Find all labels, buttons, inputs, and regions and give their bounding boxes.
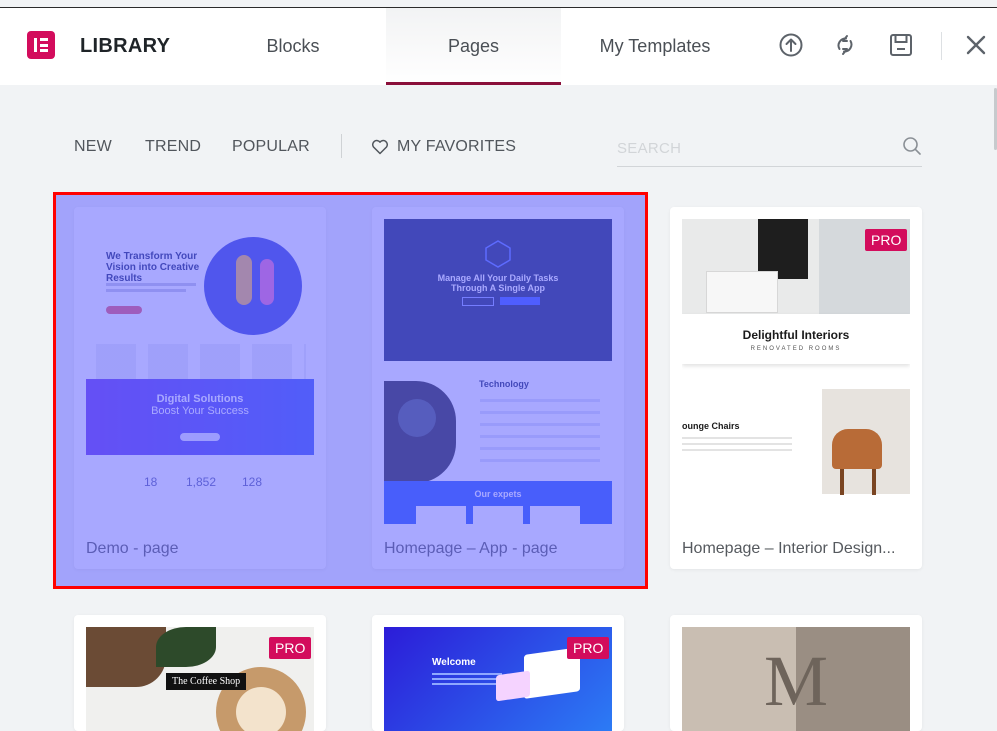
template-preview: Delightful Interiors RENOVATED ROOMS oun… <box>682 219 910 524</box>
template-preview: Manage All Your Daily Tasks Through A Si… <box>384 219 612 524</box>
preview-badge: The Coffee Shop <box>166 673 247 690</box>
preview-stat-1: 18 <box>144 475 158 489</box>
template-preview: M <box>682 627 910 731</box>
template-card-homepage-app[interactable]: Manage All Your Daily Tasks Through A Si… <box>372 207 624 569</box>
tab-pages-label: Pages <box>447 36 500 56</box>
template-title: Homepage – Interior Design... <box>682 540 896 557</box>
preview-headline: We Transform Your Vision into Creative R… <box>106 251 200 284</box>
preview-section: Technology <box>479 379 529 389</box>
template-card-demo[interactable]: We Transform Your Vision into Creative R… <box>74 207 326 569</box>
sync-icon[interactable] <box>830 30 860 60</box>
preview-letter: M <box>763 641 829 721</box>
preview-band-subtitle: Boost Your Success <box>151 405 249 417</box>
tab-my-templates-label: My Templates <box>599 36 711 56</box>
tab-blocks-label: Blocks <box>266 36 320 56</box>
template-title: Demo - page <box>86 540 179 557</box>
preview-sub: RENOVATED ROOMS <box>750 346 842 352</box>
template-card-architecture[interactable]: M <box>670 615 922 731</box>
tab-pages[interactable]: Pages <box>386 8 561 85</box>
filter-trend[interactable]: TREND <box>145 138 201 156</box>
elementor-logo-icon <box>27 31 55 59</box>
save-icon[interactable] <box>886 30 916 60</box>
filter-my-favorites[interactable]: MY FAVORITES <box>371 138 516 156</box>
tab-my-templates[interactable]: My Templates <box>575 8 735 85</box>
preview-headline: Welcome <box>432 657 476 668</box>
preview-footer: Our expets <box>474 489 522 499</box>
header-divider <box>941 32 942 60</box>
preview-side: ounge Chairs <box>682 421 740 431</box>
hexagon-logo-icon <box>485 240 511 268</box>
filter-popular[interactable]: POPULAR <box>232 138 310 156</box>
template-card-coffee-shop[interactable]: The Coffee Shop PRO <box>74 615 326 731</box>
filter-divider <box>341 134 342 158</box>
preview-headline: Manage All Your Daily Tasks Through A Si… <box>437 273 559 293</box>
tab-blocks[interactable]: Blocks <box>218 8 368 85</box>
preview-stat-3: 128 <box>242 475 263 489</box>
template-card-welcome[interactable]: Welcome PRO <box>372 615 624 731</box>
template-card-homepage-interior[interactable]: Delightful Interiors RENOVATED ROOMS oun… <box>670 207 922 569</box>
preview-band-title: Digital Solutions <box>156 393 244 405</box>
pro-badge: PRO <box>865 229 908 251</box>
active-tab-indicator <box>386 82 561 85</box>
filter-new[interactable]: NEW <box>74 138 112 156</box>
preview-stat-2: 1,852 <box>186 475 217 489</box>
upload-icon[interactable] <box>776 30 806 60</box>
favorites-label: MY FAVORITES <box>397 138 517 155</box>
template-title: Homepage – App - page <box>384 540 558 557</box>
pro-badge: PRO <box>269 637 312 659</box>
library-title: LIBRARY <box>80 35 171 57</box>
heart-icon <box>372 139 388 155</box>
search-icon[interactable] <box>902 136 922 156</box>
pro-badge: PRO <box>567 637 610 659</box>
preview-headline: Delightful Interiors <box>742 328 850 342</box>
close-icon[interactable] <box>961 30 991 60</box>
search-input[interactable] <box>617 130 922 167</box>
template-preview: We Transform Your Vision into Creative R… <box>86 219 314 524</box>
